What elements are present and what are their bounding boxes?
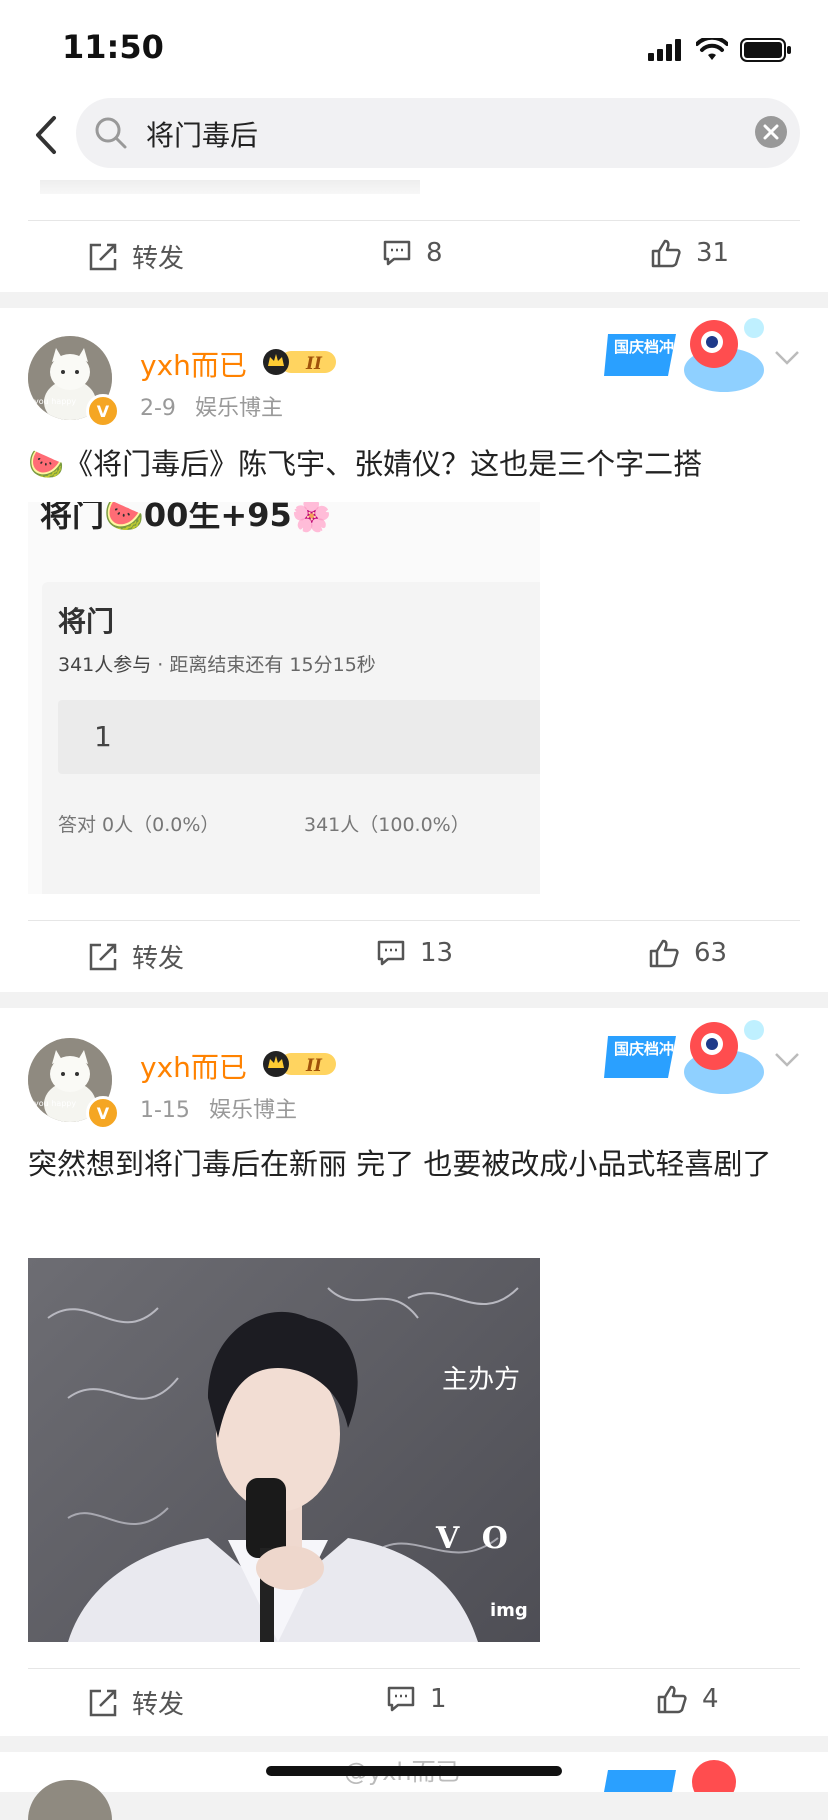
repost-label: 转发 (132, 944, 185, 974)
like-icon (657, 1685, 687, 1714)
like-count: 63 (694, 938, 728, 968)
repost-icon (89, 243, 117, 270)
promo-badge (604, 1760, 736, 1792)
signal-icon (648, 39, 681, 61)
chevron-down-icon[interactable] (774, 1052, 800, 1068)
cropped-media (40, 180, 420, 194)
like-count: 31 (696, 238, 730, 268)
username[interactable]: yxh而已 (140, 344, 247, 384)
post-meta: 1-15 娱乐博主 (140, 1092, 297, 1124)
repost-button[interactable]: 转发 (88, 238, 184, 275)
person-photo: 主办方 V O img (47, 1287, 528, 1642)
divider (28, 920, 800, 921)
repost-icon (89, 1689, 117, 1716)
home-indicator[interactable] (266, 1766, 562, 1776)
comment-icon (383, 240, 411, 266)
comment-count: 8 (426, 238, 443, 268)
like-button[interactable]: 31 (650, 238, 729, 268)
clear-icon[interactable] (754, 115, 788, 149)
battery-icon (740, 38, 791, 62)
like-button[interactable]: 4 (656, 1684, 719, 1714)
svg-text:II: II (305, 354, 323, 374)
vip-crown-icon: II (263, 1051, 336, 1077)
quiz-correct: 答对 0人（0.0%） (58, 814, 220, 836)
wifi-icon (696, 38, 728, 60)
post-text[interactable]: 🍉《将门毒后》陈飞宇、张婧仪？这也是三个字二搭 (28, 442, 800, 486)
username[interactable]: yxh而已 (140, 1046, 247, 1086)
quiz-box: 将门 341人参与 · 距离结束还有 15分15秒 1 答对 0人（0.0%） … (42, 582, 540, 894)
verified-badge: V (86, 394, 120, 428)
quiz-header: 将门🍉00生+95🌸 (40, 502, 332, 534)
comment-button[interactable]: 13 (376, 938, 453, 968)
post-date: 2-9 (140, 396, 176, 421)
quiz-option: 1 (58, 700, 540, 774)
quiz-title: 将门 (58, 605, 115, 638)
avatar-caption: you happy (34, 1099, 76, 1108)
post-photo[interactable]: 主办方 V O img (28, 1258, 540, 1642)
post-card: you happy V yxh而已 II 2-9 娱乐博主 国庆档冲浪大师 🍉《… (0, 308, 828, 992)
comment-icon (377, 940, 405, 966)
comment-icon (387, 1686, 415, 1712)
search-input[interactable]: 将门毒后 (76, 98, 800, 168)
repost-icon (89, 943, 117, 970)
quiz-screenshot[interactable]: 将门🍉00生+95🌸 将门 341人参与 · 距离结束还有 15分15秒 1 答… (28, 502, 540, 894)
like-icon (651, 239, 681, 268)
search-header: 将门毒后 (0, 96, 828, 180)
post-text[interactable]: 突然想到将门毒后在新丽 完了 也要被改成小品式轻喜剧了 (28, 1142, 800, 1186)
post-date: 1-15 (140, 1098, 190, 1123)
quiz-wrong: 341人（100.0%） (304, 814, 470, 836)
like-button[interactable]: 63 (648, 938, 727, 968)
post-meta: 2-9 娱乐博主 (140, 390, 283, 422)
repost-label: 转发 (132, 244, 185, 274)
search-icon (95, 117, 127, 149)
back-icon[interactable] (22, 110, 72, 160)
divider (28, 220, 800, 221)
divider (28, 1668, 800, 1669)
post-category: 娱乐博主 (208, 1098, 297, 1123)
promo-badge[interactable]: 国庆档冲浪大师 (604, 1014, 768, 1100)
comment-button[interactable]: 8 (382, 238, 443, 268)
quiz-info: 341人参与 · 距离结束还有 15分15秒 (58, 654, 376, 676)
verified-badge: V (86, 1096, 120, 1130)
repost-button[interactable]: 转发 (88, 938, 184, 975)
comment-count: 13 (420, 938, 454, 968)
status-icons (648, 38, 792, 62)
status-bar: 11:50 (0, 0, 828, 96)
chevron-down-icon[interactable] (774, 350, 800, 366)
like-icon (649, 939, 679, 968)
photo-watermark-text: img (490, 1600, 528, 1621)
comment-button[interactable]: 1 (386, 1684, 447, 1714)
post-card: 转发 8 31 (0, 180, 828, 292)
avatar (28, 1780, 112, 1820)
status-time: 11:50 (62, 28, 164, 66)
post-card: you happy V yxh而已 II 1-15 娱乐博主 国庆档冲浪大师 突… (0, 1008, 828, 1736)
vip-crown-icon: II (263, 349, 336, 375)
like-count: 4 (702, 1684, 719, 1714)
comment-count: 1 (430, 1684, 447, 1714)
svg-text:II: II (305, 1056, 323, 1076)
photo-brand-text: V O (435, 1521, 514, 1556)
post-category: 娱乐博主 (194, 396, 283, 421)
search-query: 将门毒后 (146, 119, 259, 152)
promo-badge[interactable]: 国庆档冲浪大师 (604, 312, 768, 398)
photo-sponsor-text: 主办方 (442, 1365, 520, 1395)
repost-label: 转发 (132, 1690, 185, 1720)
repost-button[interactable]: 转发 (88, 1684, 184, 1721)
avatar-caption: you happy (34, 397, 76, 406)
